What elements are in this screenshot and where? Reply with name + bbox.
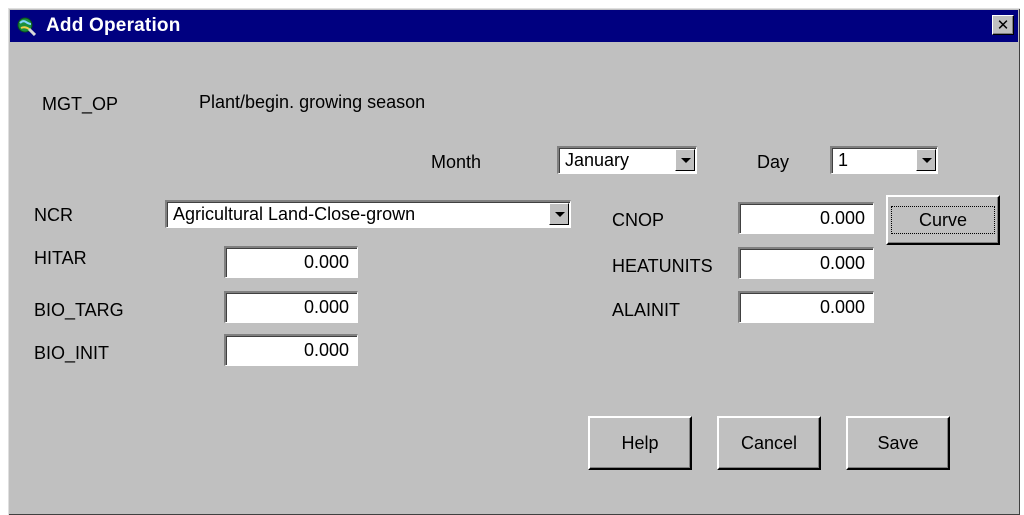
curve-button-label: Curve xyxy=(891,206,995,234)
cancel-button-label: Cancel xyxy=(740,433,798,453)
bio-init-label: BIO_INIT xyxy=(34,343,110,363)
ncr-select-value: Agricultural Land-Close-grown xyxy=(173,204,416,224)
day-select-value: 1 xyxy=(838,150,849,170)
add-operation-dialog: Add Operation ✕ MGT_OP Plant/begin. grow… xyxy=(8,8,1020,515)
curve-button[interactable]: Curve xyxy=(886,195,1000,245)
help-button-label: Help xyxy=(621,433,659,453)
help-button[interactable]: Help xyxy=(588,416,692,470)
mgt-op-label: MGT_OP xyxy=(42,94,119,114)
close-icon: ✕ xyxy=(996,16,1010,34)
chevron-down-icon[interactable] xyxy=(916,149,936,171)
heatunits-field[interactable]: 0.000 xyxy=(738,247,874,279)
save-button-label: Save xyxy=(877,433,919,453)
window-title: Add Operation xyxy=(46,15,181,36)
chevron-down-icon[interactable] xyxy=(675,149,695,171)
alainit-label: ALAINIT xyxy=(612,300,681,320)
month-select-value: January xyxy=(565,150,630,170)
ncr-label: NCR xyxy=(34,205,73,225)
hitar-field[interactable]: 0.000 xyxy=(224,246,358,278)
heatunits-label: HEATUNITS xyxy=(612,256,713,276)
cnop-field[interactable]: 0.000 xyxy=(738,202,874,234)
day-select[interactable]: 1 xyxy=(830,146,938,174)
ncr-select[interactable]: Agricultural Land-Close-grown xyxy=(165,200,571,228)
chevron-down-icon[interactable] xyxy=(549,203,569,225)
close-button[interactable]: ✕ xyxy=(992,15,1014,35)
bio-targ-label: BIO_TARG xyxy=(34,300,124,320)
title-bar[interactable]: Add Operation ✕ xyxy=(10,10,1018,42)
hitar-label: HITAR xyxy=(34,248,87,268)
month-label: Month xyxy=(431,152,482,172)
save-button[interactable]: Save xyxy=(846,416,950,470)
mgt-op-value: Plant/begin. growing season xyxy=(199,92,426,112)
bio-init-field[interactable]: 0.000 xyxy=(224,334,358,366)
cancel-button[interactable]: Cancel xyxy=(717,416,821,470)
month-select[interactable]: January xyxy=(557,146,697,174)
cnop-label: CNOP xyxy=(612,210,665,230)
alainit-field[interactable]: 0.000 xyxy=(738,291,874,323)
day-label: Day xyxy=(757,152,790,172)
bio-targ-field[interactable]: 0.000 xyxy=(224,291,358,323)
globe-search-icon xyxy=(16,16,37,37)
